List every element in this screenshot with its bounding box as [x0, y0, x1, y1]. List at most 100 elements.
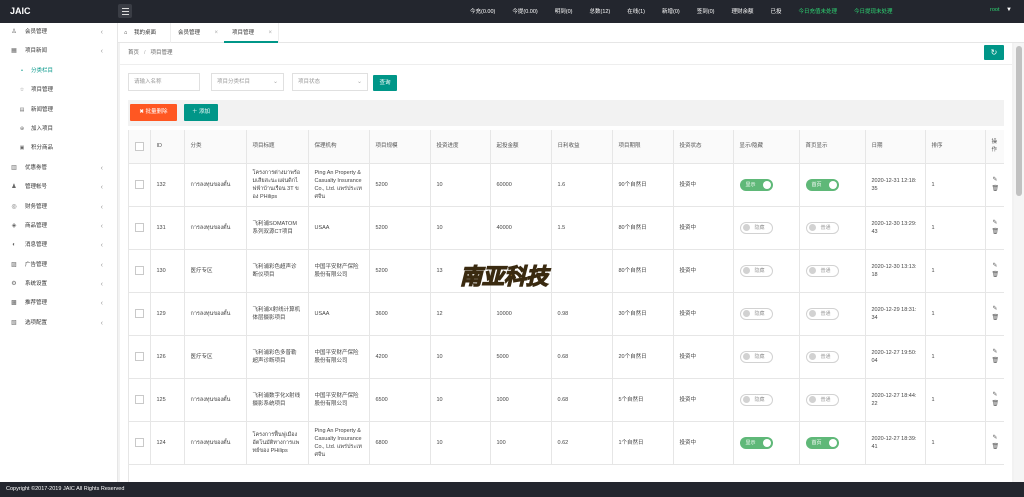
add-button[interactable]: ＋ 添加 — [184, 104, 218, 121]
sidebar-item[interactable]: ▣ 积分商品 — [0, 139, 117, 158]
header-stat[interactable]: 新增(0) — [662, 7, 680, 15]
edit-icon[interactable]: ✎ — [992, 305, 999, 314]
header-stat[interactable]: 在线(1) — [627, 7, 645, 15]
delete-icon[interactable]: 🗑 — [992, 443, 1000, 452]
scrollbar-thumb[interactable] — [1016, 46, 1022, 196]
header-stat[interactable]: 理财余额 — [731, 7, 753, 15]
money-icon: ◎ — [11, 203, 17, 210]
sidebar-item[interactable]: ▩ 推荐管理 ‹ — [0, 294, 117, 313]
toggle-knob — [808, 353, 816, 360]
edit-icon[interactable]: ✎ — [992, 219, 999, 228]
row-checkbox-cell[interactable] — [129, 249, 151, 293]
homepage-toggle[interactable]: 普通 — [805, 350, 839, 363]
breadcrumb-home[interactable]: 首页 — [128, 50, 139, 56]
ticket-icon: ▥ — [11, 164, 17, 171]
toggle-label: 首页 — [811, 181, 822, 188]
edit-icon[interactable]: ✎ — [992, 176, 999, 185]
row-checkbox-cell[interactable] — [129, 335, 151, 379]
tab-home[interactable]: ⌂ 我的桌面 — [118, 23, 170, 43]
sidebar-item[interactable]: ◈ 商品管理 ‹ — [0, 217, 117, 236]
sidebar-item[interactable]: ♟ 管理帐号 ‹ — [0, 178, 117, 197]
close-icon[interactable]: × — [268, 23, 272, 43]
cell-sort: 1 — [925, 249, 986, 293]
search-button[interactable]: 查询 — [373, 75, 397, 91]
tab-members[interactable]: 会员管理 × — [170, 23, 224, 43]
delete-icon[interactable]: 🗑 — [992, 185, 1000, 194]
sidebar-item[interactable]: ◐ 消息管理 ‹ — [0, 236, 117, 255]
main-panel: 首页 / 项目管理 ↻ 请输入名称 项目分类栏目 ⌄ 项目状态 ⌄ 查询 ✖ 批量删除 … — [120, 43, 1012, 482]
category-select[interactable]: 项目分类栏目 ⌄ — [211, 73, 284, 91]
select-all-checkbox[interactable] — [135, 141, 144, 151]
close-icon[interactable]: × — [214, 23, 218, 43]
batch-delete-button[interactable]: ✖ 批量删除 — [130, 104, 177, 121]
edit-icon[interactable]: ✎ — [992, 391, 999, 400]
row-checkbox[interactable] — [135, 223, 144, 232]
header-stat[interactable]: 今充(0.00) — [470, 7, 495, 15]
header-stat[interactable]: 今提(0.00) — [512, 7, 537, 15]
row-checkbox[interactable] — [135, 352, 144, 361]
toggle-knob — [762, 180, 771, 189]
cell-home: 首页 — [799, 421, 866, 465]
sidebar-item[interactable]: ▥ 优惠劵管 ‹ — [0, 159, 117, 178]
status-select[interactable]: 项目状态 ⌄ — [292, 73, 368, 91]
edit-icon[interactable]: ✎ — [992, 434, 999, 443]
row-checkbox[interactable] — [135, 180, 144, 189]
visibility-toggle[interactable]: 隐藏 — [739, 350, 773, 363]
sidebar-item[interactable]: ⊕ 加入项目 — [0, 120, 117, 139]
delete-icon[interactable]: 🗑 — [992, 271, 1000, 280]
sidebar-item[interactable]: ☆ 项目管理 — [0, 81, 117, 100]
visibility-toggle[interactable]: 隐藏 — [739, 393, 773, 406]
sidebar-item[interactable]: ⚙ 系统设置 ‹ — [0, 275, 117, 294]
row-checkbox-cell[interactable] — [129, 206, 151, 250]
cell-sort: 1 — [925, 378, 986, 422]
delete-icon[interactable]: 🗑 — [992, 314, 1000, 323]
header-stat[interactable]: 已投 — [770, 7, 781, 15]
row-checkbox[interactable] — [135, 395, 144, 404]
delete-icon[interactable]: 🗑 — [992, 357, 1000, 366]
header-stat[interactable]: 明到(0) — [555, 7, 573, 15]
edit-icon[interactable]: ✎ — [992, 348, 999, 357]
refresh-button[interactable]: ↻ — [984, 45, 1004, 60]
homepage-toggle[interactable]: 普通 — [805, 307, 839, 320]
edit-icon[interactable]: ✎ — [992, 262, 999, 271]
visibility-toggle[interactable]: 隐藏 — [739, 307, 773, 320]
sidebar-item[interactable]: ▦ 项目新闻 ‹ — [0, 42, 117, 61]
homepage-toggle[interactable]: 首页 — [805, 436, 839, 449]
sidebar-item[interactable]: • 分类栏目 — [0, 62, 117, 81]
header-stat[interactable]: 今日充值未处理 — [799, 7, 838, 15]
caret-down-icon[interactable]: ▼ — [1006, 7, 1012, 13]
sidebar-item[interactable]: ▨ 广告管理 ‹ — [0, 256, 117, 275]
menu-toggle-button[interactable] — [118, 4, 132, 18]
row-checkbox[interactable] — [135, 438, 144, 447]
header-stat[interactable]: 签到(0) — [697, 7, 715, 15]
homepage-toggle[interactable]: 普通 — [805, 264, 839, 277]
header-stat[interactable]: 总数(12) — [589, 7, 610, 15]
row-checkbox-cell[interactable] — [129, 421, 151, 465]
select-all-cell[interactable] — [129, 130, 151, 164]
homepage-toggle[interactable]: 普通 — [805, 221, 839, 234]
user-menu[interactable]: root — [990, 7, 999, 13]
sidebar-item-label: 选项配置 — [25, 319, 48, 326]
homepage-toggle[interactable]: 首页 — [805, 178, 839, 191]
visibility-toggle[interactable]: 显示 — [739, 436, 773, 449]
row-checkbox[interactable] — [135, 266, 144, 275]
visibility-toggle[interactable]: 显示 — [739, 178, 773, 191]
sidebar-item[interactable]: ▤ 新闻管理 — [0, 101, 117, 120]
row-checkbox-cell[interactable] — [129, 292, 151, 336]
row-checkbox-cell[interactable] — [129, 163, 151, 207]
visibility-toggle[interactable]: 隐藏 — [739, 221, 773, 234]
cell-id: 126 — [150, 335, 185, 379]
homepage-toggle[interactable]: 普通 — [805, 393, 839, 406]
delete-icon[interactable]: 🗑 — [992, 228, 1000, 237]
sidebar-item[interactable]: ♙ 会员管理 ‹ — [0, 23, 117, 42]
row-checkbox-cell[interactable] — [129, 378, 151, 422]
sidebar-item[interactable]: ▧ 选项配置 ‹ — [0, 314, 117, 333]
header-stat[interactable]: 今日提现未处理 — [854, 7, 893, 15]
row-checkbox[interactable] — [135, 309, 144, 318]
toggle-label: 普通 — [820, 224, 831, 231]
name-search-input[interactable]: 请输入名称 — [128, 73, 200, 91]
delete-icon[interactable]: 🗑 — [992, 400, 1000, 409]
sidebar-item[interactable]: ◎ 财务管理 ‹ — [0, 198, 117, 217]
tab-projects[interactable]: 项目管理 × — [224, 23, 278, 43]
visibility-toggle[interactable]: 隐藏 — [739, 264, 773, 277]
